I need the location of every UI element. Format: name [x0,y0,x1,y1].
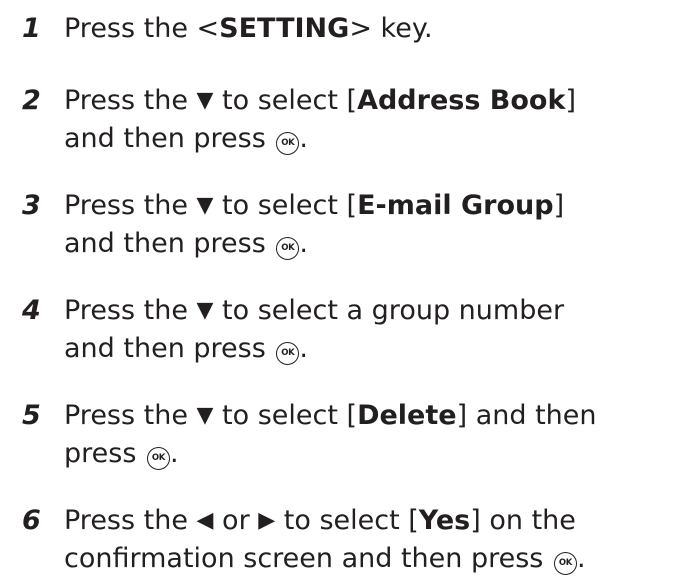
step-text-part: Press the [64,505,197,536]
menu-item-yes: Yes [418,505,471,536]
down-arrow-icon: ▼ [196,403,214,428]
step-text-part: ] [553,190,565,221]
setting-key-label: SETTING [219,13,350,44]
step-text-part: confirmation screen and then press [64,543,552,574]
step-text-part: Press the < [64,13,220,44]
step-text-part: . [576,543,586,574]
step-text-part: . [299,228,308,259]
step-text-part: press [64,438,145,469]
step-text: Press the ◀ or ▶ to select [Yes] on the … [64,502,676,578]
step-text-part: . [299,123,308,154]
step-text: Press the ▼ to select [E-mail Group] and… [64,187,676,263]
step-text-part: and then press [64,228,275,259]
step-text-part: Press the [64,400,197,431]
step-text-part: ] [565,85,576,116]
step-text-part: to select [ [275,505,419,536]
ok-button-icon: OK [553,552,577,575]
ok-button-icon: OK [146,447,170,470]
step-number: 1 [22,13,41,44]
step-number: 6 [22,505,41,536]
step-text-part: and then press [64,123,275,154]
down-arrow-icon: ▼ [196,88,214,113]
step-text-part: and then press [64,333,275,364]
menu-item-address-book: Address Book [357,85,566,116]
ok-button-icon: OK [276,237,300,260]
step-text-part: ] and then [456,400,597,431]
step-text-part: or [213,505,259,536]
step-text: Press the ▼ to select [Address Book] and… [64,82,676,158]
step-number: 2 [22,85,41,116]
ok-button-icon: OK [276,132,300,155]
step-text-part: > key. [349,13,433,44]
step-text-part: Press the [64,190,197,221]
down-arrow-icon: ▼ [196,298,214,323]
step-text-part: to select [ [213,400,358,431]
step-text-part: ] on the [470,505,576,536]
menu-item-email-group: E-mail Group [357,190,554,221]
step-text-part: Press the [64,295,197,326]
step-number: 5 [22,400,41,431]
step-text-part: Press the [64,85,197,116]
step-text: Press the ▼ to select [Delete] and then … [64,397,676,473]
down-arrow-icon: ▼ [196,193,214,218]
step-text-part: to select a group number [213,295,565,326]
right-arrow-icon: ▶ [258,508,276,533]
step-text: Press the ▼ to select a group number and… [64,292,676,368]
step-text-part: . [169,438,179,469]
step-number: 3 [22,190,41,221]
step-text-part: to select [ [213,190,358,221]
step-number: 4 [22,295,41,326]
step-text-part: to select [ [213,85,358,116]
left-arrow-icon: ◀ [196,508,214,533]
menu-item-delete: Delete [357,400,457,431]
step-text: Press the <SETTING> key. [64,10,676,48]
step-text-part: . [299,333,308,364]
ok-button-icon: OK [276,342,300,365]
procedure-steps: 1 Press the <SETTING> key. 2 Press the ▼… [0,0,680,575]
